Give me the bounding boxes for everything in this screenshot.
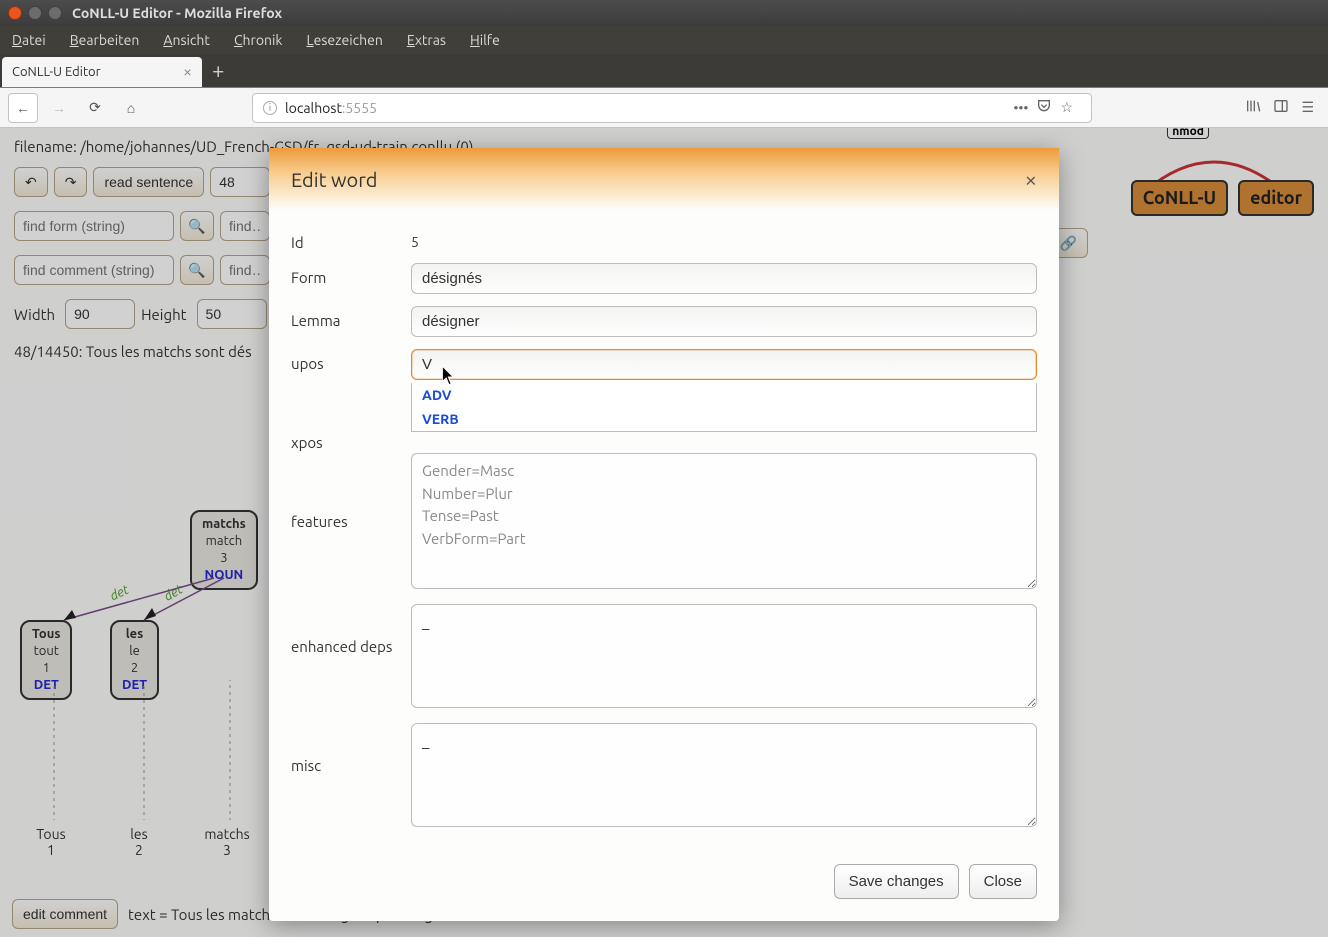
hamburger-menu-icon[interactable]: ☰ <box>1301 99 1314 116</box>
label-form: Form <box>291 263 411 286</box>
menu-chronik[interactable]: Chronik <box>234 32 283 48</box>
input-upos[interactable] <box>411 349 1037 380</box>
tab-title: CoNLL-U Editor <box>12 65 101 79</box>
label-enhanced: enhanced deps <box>291 604 411 655</box>
window-maximize-button[interactable] <box>48 6 62 20</box>
pocket-icon[interactable] <box>1036 98 1052 117</box>
textarea-enhanced[interactable] <box>411 604 1037 708</box>
textarea-misc[interactable] <box>411 723 1037 827</box>
page-content: filename: /home/johannes/UD_French-GSD/f… <box>0 128 1328 937</box>
menu-ansicht[interactable]: Ansicht <box>163 32 210 48</box>
label-misc: misc <box>291 723 411 774</box>
sidebar-toggle-icon[interactable] <box>1273 98 1289 117</box>
save-changes-button[interactable]: Save changes <box>834 864 959 899</box>
window-close-button[interactable] <box>8 6 22 20</box>
tab-conllu-editor[interactable]: CoNLL-U Editor × <box>2 57 202 87</box>
window-title: CoNLL-U Editor - Mozilla Firefox <box>72 5 282 21</box>
close-button[interactable]: Close <box>969 864 1037 899</box>
url-host: localhost <box>285 100 342 116</box>
menu-lesezeichen[interactable]: Lesezeichen <box>306 32 382 48</box>
page-action-dots-icon[interactable]: ••• <box>1013 100 1028 116</box>
browser-toolbar: ← → ⟳ ⌂ i localhost:5555 ••• ☆ ☰ <box>0 88 1328 128</box>
menu-hilfe[interactable]: Hilfe <box>470 32 500 48</box>
menu-datei[interactable]: Datei <box>12 32 46 48</box>
input-lemma[interactable] <box>411 306 1037 337</box>
modal-close-icon[interactable]: × <box>1025 167 1037 192</box>
new-tab-button[interactable]: + <box>212 58 224 83</box>
site-info-icon[interactable]: i <box>263 101 277 115</box>
label-xpos: xpos <box>291 428 411 451</box>
menu-extras[interactable]: Extras <box>407 32 446 48</box>
window-titlebar: CoNLL-U Editor - Mozilla Firefox <box>0 0 1328 26</box>
url-bar[interactable]: i localhost:5555 ••• ☆ <box>252 93 1092 123</box>
label-upos: upos <box>291 349 411 372</box>
textarea-features[interactable] <box>411 453 1037 589</box>
input-form[interactable] <box>411 263 1037 294</box>
ac-item-adv[interactable]: ADV <box>412 383 1036 407</box>
url-port: :5555 <box>342 100 377 116</box>
value-id: 5 <box>411 228 1037 250</box>
label-features: features <box>291 463 411 530</box>
nav-reload-button[interactable]: ⟳ <box>80 93 110 123</box>
nav-back-button[interactable]: ← <box>8 93 38 123</box>
menu-bearbeiten[interactable]: Bearbeiten <box>70 32 140 48</box>
bookmark-star-icon[interactable]: ☆ <box>1060 99 1073 116</box>
label-id: Id <box>291 228 411 251</box>
upos-autocomplete-list: ADV VERB <box>411 383 1037 432</box>
tab-strip: CoNLL-U Editor × + <box>0 54 1328 88</box>
window-minimize-button[interactable] <box>28 6 42 20</box>
edit-word-modal: Edit word × Id 5 Form Lemma upos A <box>269 148 1059 921</box>
label-lemma: Lemma <box>291 306 411 329</box>
tab-close-icon[interactable]: × <box>183 63 192 81</box>
library-icon[interactable] <box>1245 98 1261 117</box>
ac-item-verb[interactable]: VERB <box>412 407 1036 431</box>
modal-title: Edit word <box>291 168 378 191</box>
modal-header: Edit word × <box>269 148 1059 210</box>
nav-home-button[interactable]: ⌂ <box>116 93 146 123</box>
nav-forward-button[interactable]: → <box>44 93 74 123</box>
menubar: Datei Bearbeiten Ansicht Chronik Lesezei… <box>0 26 1328 54</box>
